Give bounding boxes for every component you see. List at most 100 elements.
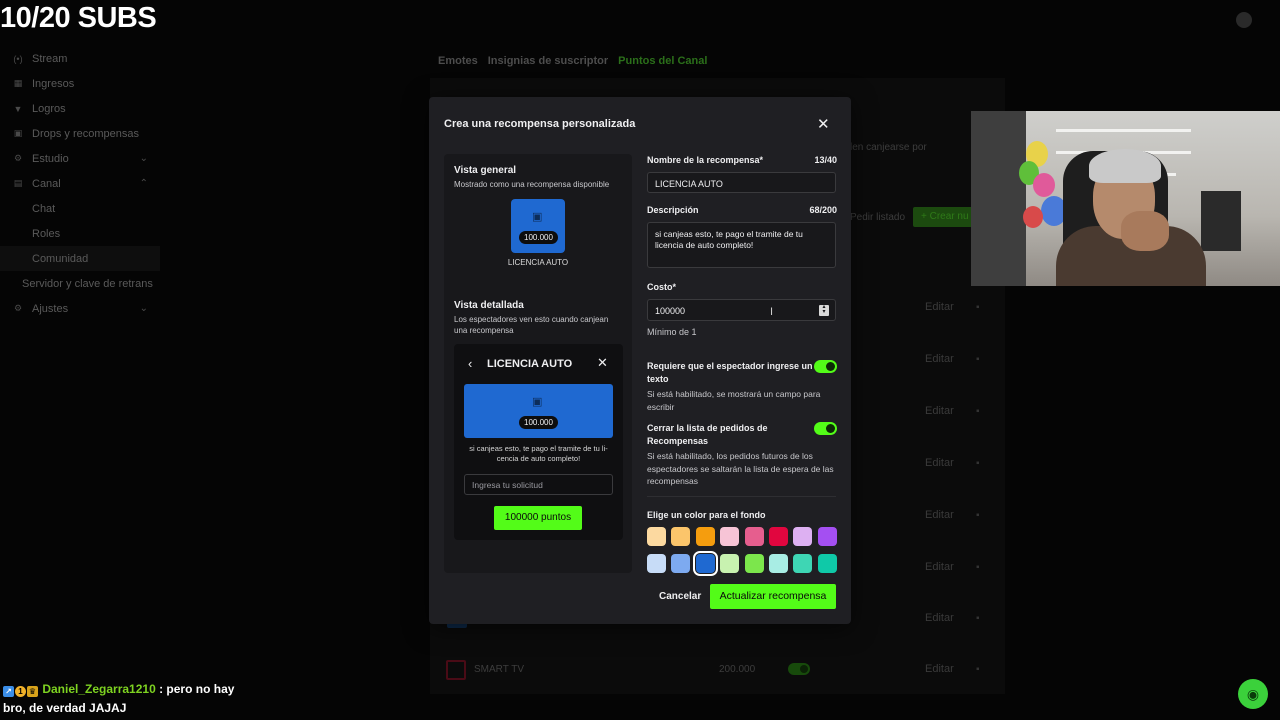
description-char-count: 68/200	[809, 205, 837, 215]
settings-icon: ⚙	[13, 303, 23, 313]
sidebar-item-label: Logros	[32, 102, 66, 115]
sidebar-item-achievements[interactable]: ▼ Logros	[0, 96, 160, 121]
sidebar-item-label: Servidor y clave de retrans	[22, 277, 153, 290]
close-icon: ✕	[597, 355, 608, 370]
crown-badge-icon: ♛	[27, 686, 38, 697]
sidebar-item-settings[interactable]: ⚙ Ajustes ⌄	[0, 296, 160, 321]
reward-detail-preview: ‹ LICENCIA AUTO ✕ ▣ 100.000 si canjeas e…	[454, 344, 623, 540]
color-swatch[interactable]	[744, 554, 764, 573]
custom-reward-modal: Crea una recompensa personalizada ✕ Vist…	[429, 97, 851, 624]
trash-icon[interactable]: ▪	[976, 354, 980, 365]
sidebar-item-revenue[interactable]: ▦ Ingresos	[0, 71, 160, 96]
sidebar-item-studio[interactable]: ⚙ Estudio ⌄	[0, 146, 160, 171]
reward-description-textarea[interactable]: si canjeas esto, te pago el tramite de t…	[647, 222, 836, 268]
close-queue-help: Si está habilitado, los pedidos futuros …	[647, 451, 834, 486]
support-chat-icon[interactable]: ◉	[1238, 679, 1268, 709]
edit-reward-button[interactable]: Editar	[925, 612, 954, 624]
reward-name: SMART TV	[474, 664, 525, 675]
reward-name-input[interactable]: LICENCIA AUTO	[647, 172, 836, 193]
edit-reward-button[interactable]: Editar	[925, 509, 954, 521]
request-input-preview: Ingresa tu solicitud	[464, 474, 613, 495]
close-icon[interactable]: ✕	[817, 115, 830, 133]
chat-message: ↗ 1 ♛ Daniel_Zegarra1210 : pero no hay bro…	[3, 680, 243, 718]
tab-subscriber-badges[interactable]: Insignias de suscriptor	[488, 55, 608, 67]
cancel-button[interactable]: Cancelar	[659, 591, 701, 602]
text-cursor-icon: I	[770, 306, 774, 318]
trash-icon[interactable]: ▪	[976, 613, 980, 624]
color-swatch[interactable]	[793, 527, 813, 546]
sidebar-item-chat[interactable]: Chat	[0, 196, 160, 221]
tab-channel-points[interactable]: Puntos del Canal	[618, 55, 707, 67]
webcam-chair-back	[1201, 191, 1241, 251]
trash-icon[interactable]: ▪	[976, 664, 980, 675]
color-swatch[interactable]	[695, 527, 715, 546]
color-swatch[interactable]	[793, 554, 813, 573]
update-reward-button[interactable]: Actualizar recompensa	[710, 584, 836, 609]
color-swatch[interactable]	[671, 554, 691, 573]
sidebar-item-stream[interactable]: (•) Stream	[0, 46, 160, 71]
reward-cost-input[interactable]: 100000 ▴ ▾	[647, 299, 836, 321]
detail-reward-description: si canjeas esto, te pago el tramite de t…	[469, 444, 608, 463]
verified-badge-icon: ↗	[3, 686, 14, 697]
reward-preview: Vista general Mostrado como una recompen…	[444, 154, 632, 573]
sidebar-item-drops[interactable]: ▣ Drops y recompensas	[0, 121, 160, 146]
cost-label: Costo*	[647, 282, 676, 292]
trash-icon[interactable]: ▪	[976, 510, 980, 521]
sub-badge-icon: 1	[15, 686, 26, 697]
edit-reward-button[interactable]: Editar	[925, 353, 954, 365]
color-swatch[interactable]	[720, 554, 740, 573]
color-swatch[interactable]	[692, 551, 718, 576]
treasure-chest-icon: ▣	[532, 211, 543, 223]
color-swatch[interactable]	[769, 554, 788, 573]
color-swatch[interactable]	[671, 527, 691, 546]
tab-emotes[interactable]: Emotes	[438, 55, 478, 67]
webcam-person-hair	[1089, 149, 1161, 183]
color-swatch[interactable]	[817, 527, 837, 546]
subs-goal-overlay: 10/20 SUBS	[0, 2, 157, 34]
require-text-toggle[interactable]	[814, 360, 837, 373]
trash-icon[interactable]: ▪	[976, 302, 980, 313]
webcam-balloon	[1033, 173, 1055, 197]
reward-enabled-toggle[interactable]	[788, 663, 810, 675]
description-label: Descripción	[647, 205, 699, 215]
reward-card-label: LICENCIA AUTO	[507, 258, 569, 267]
color-picker-label: Elige un color para el fondo	[647, 510, 766, 520]
treasure-chest-icon: ▣	[532, 396, 543, 408]
edit-reward-button[interactable]: Editar	[925, 457, 954, 469]
sidebar-item-label: Canal	[32, 177, 61, 190]
modal-title: Crea una recompensa personalizada	[444, 118, 636, 130]
general-view-subtitle: Mostrado como una recompensa disponible	[454, 180, 610, 189]
color-swatch[interactable]	[720, 527, 740, 546]
edit-reward-button[interactable]: Editar	[925, 663, 954, 675]
sidebar-item-stream-key[interactable]: Servidor y clave de retrans	[0, 271, 160, 296]
chat-username[interactable]: Daniel_Zegarra1210	[42, 682, 155, 696]
close-queue-toggle[interactable]	[814, 422, 837, 435]
trash-icon[interactable]: ▪	[976, 406, 980, 417]
reward-card-preview: ▣ 100.000	[511, 199, 565, 253]
user-avatar[interactable]	[1236, 12, 1252, 28]
edit-reward-button[interactable]: Editar	[925, 405, 954, 417]
sidebar-item-channel[interactable]: ▤ Canal ⌃	[0, 171, 160, 196]
detail-view-heading: Vista detallada	[454, 300, 524, 311]
chevron-down-icon: ⌄	[139, 303, 148, 314]
sidebar-item-roles[interactable]: Roles	[0, 221, 160, 246]
color-swatch[interactable]	[817, 554, 837, 573]
chevron-down-icon: ⌄	[139, 153, 148, 164]
color-swatch[interactable]	[744, 527, 764, 546]
edit-reward-button[interactable]: Editar	[925, 561, 954, 573]
revenue-icon: ▦	[13, 78, 23, 88]
request-list-link[interactable]: Pedir listado	[850, 212, 905, 223]
trash-icon[interactable]: ▪	[976, 562, 980, 573]
detail-view-subtitle: Los espectadores ven esto cuando canjean…	[454, 315, 609, 335]
divider	[647, 496, 836, 497]
cost-stepper[interactable]: ▴ ▾	[819, 304, 829, 316]
reward-icon	[446, 660, 466, 680]
edit-reward-button[interactable]: Editar	[925, 301, 954, 313]
color-swatch[interactable]	[769, 527, 788, 546]
trash-icon[interactable]: ▪	[976, 458, 980, 469]
sidebar-item-community[interactable]: Comunidad	[0, 246, 160, 271]
redeem-button-preview: 100000 puntos	[494, 506, 582, 530]
require-text-help: Si está habilitado, se mostrará un campo…	[647, 389, 821, 412]
color-swatch[interactable]	[647, 554, 666, 573]
color-swatch[interactable]	[647, 527, 666, 546]
